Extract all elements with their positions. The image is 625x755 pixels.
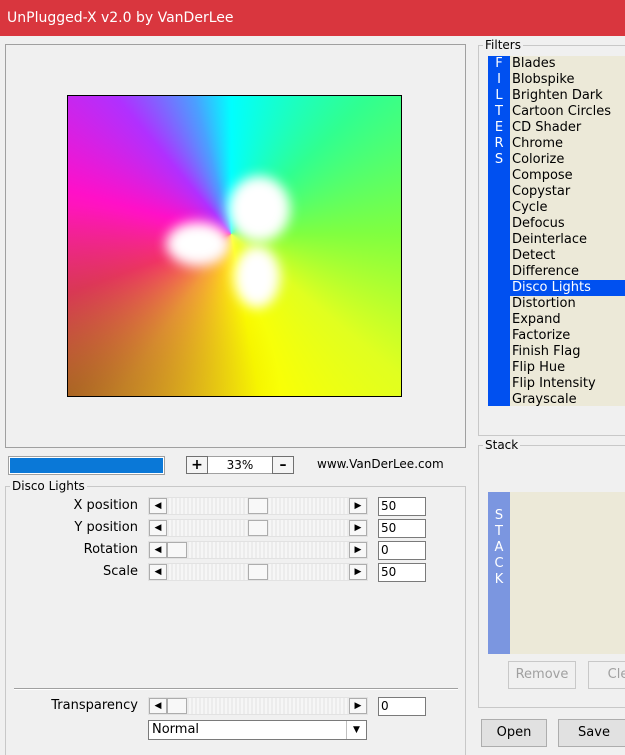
param-label: Rotation [83,542,138,557]
transparency-label: Transparency [51,698,138,713]
param-label: Y position [74,520,138,535]
divider [14,688,458,690]
progress-bar [8,456,165,475]
list-item[interactable]: Compose [510,168,625,184]
param-value-input[interactable]: 50 [378,519,426,538]
title-bar: UnPlugged-X v2.0 by VanDerLee [0,0,625,36]
list-item[interactable]: Cycle [510,200,625,216]
list-item[interactable]: Blobspike [510,72,625,88]
preview-image[interactable] [67,95,402,397]
slider-thumb[interactable] [248,520,268,536]
zoom-in-button[interactable]: + [186,456,208,474]
arrow-left-icon[interactable]: ◀ [149,498,167,514]
blend-mode-select[interactable]: Normal ▼ [148,720,367,740]
param-value-input[interactable]: 50 [378,563,426,582]
list-item[interactable]: Colorize [510,152,625,168]
param-slider[interactable]: ◀ ▶ [148,563,368,581]
list-item[interactable]: Distortion [510,296,625,312]
param-slider[interactable]: ◀ ▶ [148,541,368,559]
stack-title: Stack [485,438,519,452]
transparency-value[interactable]: 0 [378,697,426,716]
filter-params-title: Disco Lights [12,479,85,493]
arrow-right-icon[interactable]: ▶ [349,542,367,558]
list-item[interactable]: Grayscale [510,392,625,406]
filters-title: Filters [485,38,521,52]
param-slider[interactable]: ◀ ▶ [148,497,368,515]
arrow-left-icon[interactable]: ◀ [149,520,167,536]
list-item[interactable]: Expand [510,312,625,328]
chevron-down-icon[interactable]: ▼ [346,721,366,739]
list-item[interactable]: Detect [510,248,625,264]
remove-button[interactable]: Remove [508,661,576,689]
param-label: X position [73,498,138,513]
slider-thumb[interactable] [167,542,187,558]
list-item[interactable]: CD Shader [510,120,625,136]
zoom-out-button[interactable]: – [272,456,294,474]
list-item[interactable]: Copystar [510,184,625,200]
list-item[interactable]: Deinterlace [510,232,625,248]
list-item[interactable]: Factorize [510,328,625,344]
open-button[interactable]: Open [481,719,547,747]
window-title: UnPlugged-X v2.0 by VanDerLee [7,10,234,26]
transparency-slider[interactable]: ◀ ▶ [148,697,368,715]
list-item[interactable]: Cartoon Circles [510,104,625,120]
list-item[interactable]: Flip Intensity [510,376,625,392]
stack-list[interactable] [510,492,625,654]
list-item[interactable]: Blades [510,56,625,72]
filters-tab[interactable]: FILTERS [488,56,510,406]
filter-list[interactable]: Blades Blobspike Brighten Dark Cartoon Circ… [510,56,625,406]
list-item[interactable]: Flip Hue [510,360,625,376]
list-item[interactable]: Finish Flag [510,344,625,360]
arrow-right-icon[interactable]: ▶ [349,698,367,714]
progress-fill [10,458,163,473]
arrow-right-icon[interactable]: ▶ [349,520,367,536]
slider-thumb[interactable] [167,698,187,714]
param-value-input[interactable]: 50 [378,497,426,516]
list-item[interactable]: Defocus [510,216,625,232]
slider-thumb[interactable] [248,564,268,580]
blend-mode-value: Normal [152,722,200,737]
list-item[interactable]: Difference [510,264,625,280]
list-item[interactable]: Disco Lights [510,280,625,296]
save-button[interactable]: Save [558,719,625,747]
arrow-left-icon[interactable]: ◀ [149,698,167,714]
list-item[interactable]: Chrome [510,136,625,152]
arrow-left-icon[interactable]: ◀ [149,564,167,580]
slider-thumb[interactable] [248,498,268,514]
website-link[interactable]: www.VanDerLee.com [317,457,444,471]
clear-button[interactable]: Cle [588,661,625,689]
arrow-left-icon[interactable]: ◀ [149,542,167,558]
param-slider[interactable]: ◀ ▶ [148,519,368,537]
arrow-right-icon[interactable]: ▶ [349,498,367,514]
arrow-right-icon[interactable]: ▶ [349,564,367,580]
stack-tab[interactable]: STACK [488,492,510,654]
list-item[interactable]: Brighten Dark [510,88,625,104]
param-label: Scale [103,564,138,579]
param-value-input[interactable]: 0 [378,541,426,560]
zoom-level: 33% [208,456,272,474]
